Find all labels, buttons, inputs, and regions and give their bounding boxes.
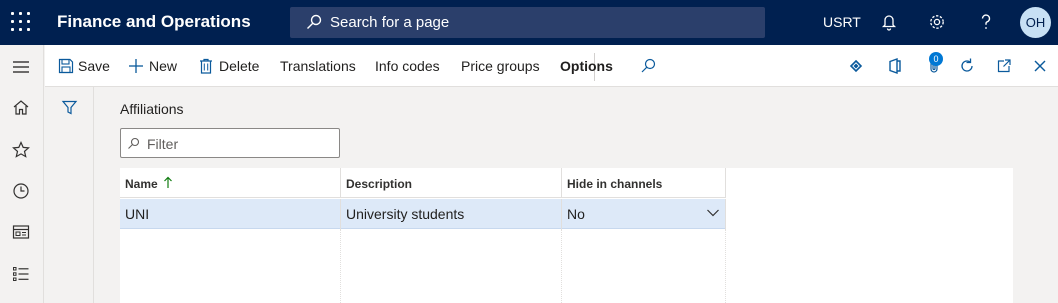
office-icon[interactable] [886, 57, 904, 75]
delete-button[interactable]: Delete [219, 58, 259, 74]
app-title[interactable]: Finance and Operations [57, 12, 251, 32]
gear-icon[interactable] [927, 12, 947, 32]
delete-icon [200, 58, 212, 74]
new-button[interactable]: New [149, 58, 177, 74]
search-placeholder: Search for a page [330, 14, 450, 31]
save-button[interactable]: Save [78, 58, 110, 74]
column-header-description[interactable]: Description [341, 168, 562, 198]
cell-hide-in-channels[interactable]: No [562, 199, 726, 229]
search-icon[interactable] [639, 57, 657, 75]
column-divider [725, 229, 726, 303]
user-avatar[interactable]: OH [1020, 7, 1051, 38]
filter-input[interactable]: Filter [120, 128, 340, 158]
chevron-down-icon[interactable] [706, 208, 720, 218]
plus-icon [129, 59, 143, 73]
star-icon[interactable] [11, 140, 31, 160]
column-divider [340, 229, 341, 303]
column-divider [561, 229, 562, 303]
workspace-icon[interactable] [11, 222, 31, 242]
page-search-box[interactable]: Search for a page [290, 7, 765, 38]
clock-icon[interactable] [11, 181, 31, 201]
action-pane: Save New Delete Translations Info codes … [45, 45, 1058, 87]
filter-icon[interactable] [61, 99, 78, 116]
page-title: Affiliations [120, 101, 184, 117]
filter-pane-strip [45, 87, 94, 303]
cell-name[interactable]: UNI [120, 199, 341, 229]
search-icon [307, 14, 322, 29]
table-row[interactable]: UNI University students No [120, 199, 726, 229]
column-header-hide-in-channels[interactable]: Hide in channels [562, 168, 726, 198]
info-codes-button[interactable]: Info codes [375, 58, 440, 74]
column-header-label: Name [125, 177, 158, 191]
translations-button[interactable]: Translations [280, 58, 356, 74]
price-groups-button[interactable]: Price groups [461, 58, 540, 74]
top-bar: Finance and Operations Search for a page… [0, 0, 1058, 45]
power-apps-icon[interactable] [847, 57, 865, 75]
help-icon[interactable] [976, 12, 996, 32]
options-tab[interactable]: Options [560, 58, 613, 74]
cell-description[interactable]: University students [341, 199, 562, 229]
filter-placeholder: Filter [147, 136, 179, 152]
attachments-count-badge: 0 [929, 52, 943, 66]
waffle-icon[interactable] [10, 11, 32, 33]
refresh-icon[interactable] [958, 57, 976, 75]
close-icon[interactable] [1031, 57, 1049, 75]
left-navigation [0, 45, 44, 303]
column-header-name[interactable]: Name [120, 168, 341, 198]
company-picker[interactable]: USRT [823, 14, 861, 30]
home-icon[interactable] [11, 98, 31, 118]
save-icon [58, 58, 74, 74]
bell-icon[interactable] [879, 12, 899, 32]
hamburger-icon[interactable] [11, 57, 31, 77]
main-content: Affiliations Filter Name Description Hid… [95, 87, 1058, 303]
sort-ascending-icon [164, 176, 172, 188]
affiliations-grid: Name Description Hide in channels UNI Un… [120, 168, 1013, 303]
search-icon [128, 137, 140, 149]
open-new-window-icon[interactable] [995, 57, 1013, 75]
list-icon[interactable] [11, 264, 31, 284]
